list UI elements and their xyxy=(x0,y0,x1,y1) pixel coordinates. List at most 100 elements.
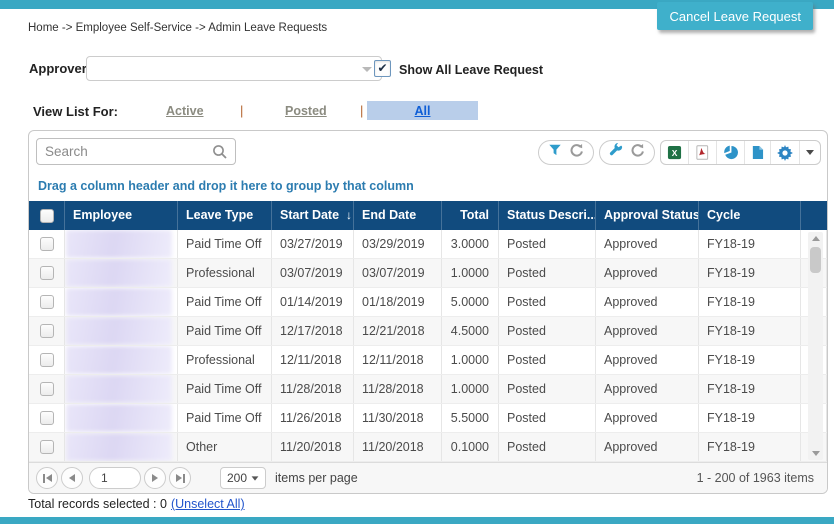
start-date-cell: 11/26/2018 xyxy=(272,404,354,432)
approval-status-cell: Approved xyxy=(596,433,699,461)
row-checkbox[interactable] xyxy=(40,353,54,367)
row-checkbox[interactable] xyxy=(40,237,54,251)
leave-requests-grid: X xyxy=(28,130,828,494)
row-checkbox[interactable] xyxy=(40,266,54,280)
search-input[interactable] xyxy=(45,142,205,161)
table-row: Paid Time Off 01/14/2019 01/18/2019 5.00… xyxy=(29,288,827,317)
start-date-cell: 11/20/2018 xyxy=(272,433,354,461)
status-description-cell: Posted xyxy=(499,375,596,403)
end-date-cell: 01/18/2019 xyxy=(354,288,442,316)
view-tab-separator: | xyxy=(240,103,243,118)
table-header-row: Employee Leave Type Start Date↓ End Date… xyxy=(29,201,827,230)
row-checkbox-cell xyxy=(29,259,65,287)
search-icon[interactable] xyxy=(212,144,228,165)
view-list-for-label: View List For: xyxy=(33,104,118,119)
page-size-value: 200 xyxy=(227,471,247,485)
total-cell: 5.5000 xyxy=(442,404,499,432)
triangle-right-icon xyxy=(152,474,158,482)
column-header-approval-status[interactable]: Approval Status xyxy=(596,201,699,230)
column-header-leave-type[interactable]: Leave Type xyxy=(178,201,272,230)
row-checkbox[interactable] xyxy=(40,295,54,309)
start-date-cell: 11/28/2018 xyxy=(272,375,354,403)
document-icon[interactable] xyxy=(744,141,770,164)
grid-options-caret[interactable] xyxy=(799,141,820,164)
leave-type-cell: Paid Time Off xyxy=(178,288,272,316)
cycle-cell: FY18-19 xyxy=(699,230,801,258)
leave-type-cell: Paid Time Off xyxy=(178,317,272,345)
filter-icon[interactable] xyxy=(548,143,562,162)
last-page-button[interactable] xyxy=(169,467,191,489)
refresh-icon[interactable] xyxy=(631,143,645,162)
view-tab-separator: | xyxy=(360,103,363,118)
column-header-total[interactable]: Total xyxy=(442,201,499,230)
refresh-icon[interactable] xyxy=(570,143,584,162)
column-header-filler xyxy=(801,201,827,230)
employee-cell xyxy=(65,288,178,316)
export-icon-strip: X xyxy=(660,140,821,165)
column-header-employee[interactable]: Employee xyxy=(65,201,178,230)
employee-cell xyxy=(65,346,178,374)
approval-status-cell: Approved xyxy=(596,346,699,374)
employee-redacted-name xyxy=(66,317,172,345)
view-tab-all-selected[interactable]: All xyxy=(367,101,478,120)
view-tab-active[interactable]: Active xyxy=(166,104,204,118)
pie-chart-icon[interactable] xyxy=(716,141,744,164)
column-header-end-date[interactable]: End Date xyxy=(354,201,442,230)
show-all-leave-request-checkbox[interactable]: ✔ xyxy=(374,60,391,77)
select-all-checkbox[interactable] xyxy=(40,209,54,223)
column-header-cycle[interactable]: Cycle xyxy=(699,201,801,230)
row-checkbox-cell xyxy=(29,346,65,374)
pager-range-label: 1 - 200 of 1963 items xyxy=(697,471,814,485)
employee-cell xyxy=(65,230,178,258)
cycle-cell: FY18-19 xyxy=(699,346,801,374)
employee-redacted-name xyxy=(66,288,172,316)
pager-bar: 200 items per page 1 - 200 of 1963 items xyxy=(29,462,827,493)
column-header-start-date[interactable]: Start Date↓ xyxy=(272,201,354,230)
view-tab-posted[interactable]: Posted xyxy=(285,104,327,118)
leave-type-cell: Other xyxy=(178,433,272,461)
row-checkbox-cell xyxy=(29,404,65,432)
next-page-button[interactable] xyxy=(144,467,166,489)
status-description-cell: Posted xyxy=(499,288,596,316)
page-number-input[interactable] xyxy=(89,467,141,489)
start-date-cell: 01/14/2019 xyxy=(272,288,354,316)
employee-cell xyxy=(65,259,178,287)
row-checkbox[interactable] xyxy=(40,440,54,454)
page-size-dropdown[interactable]: 200 xyxy=(220,467,266,489)
scroll-up-button[interactable] xyxy=(808,232,823,245)
gear-icon[interactable] xyxy=(770,141,799,164)
employee-cell xyxy=(65,404,178,432)
first-page-button[interactable] xyxy=(36,467,58,489)
settings-button-group xyxy=(599,140,655,165)
end-date-cell: 11/20/2018 xyxy=(354,433,442,461)
unselect-all-link[interactable]: (Unselect All) xyxy=(171,497,245,511)
table-row: Paid Time Off 11/28/2018 11/28/2018 1.00… xyxy=(29,375,827,404)
column-header-status-description[interactable]: Status Descri... xyxy=(499,201,596,230)
triangle-left-icon xyxy=(46,474,52,482)
row-checkbox[interactable] xyxy=(40,382,54,396)
filter-button-group xyxy=(538,140,594,165)
bar-icon xyxy=(183,474,185,483)
row-checkbox-cell xyxy=(29,288,65,316)
selection-status: Total records selected : 0(Unselect All) xyxy=(28,497,245,511)
cycle-cell: FY18-19 xyxy=(699,433,801,461)
row-checkbox[interactable] xyxy=(40,411,54,425)
pdf-export-icon[interactable] xyxy=(688,141,716,164)
scrollbar-thumb[interactable] xyxy=(810,247,821,273)
previous-page-button[interactable] xyxy=(61,467,83,489)
approval-status-cell: Approved xyxy=(596,317,699,345)
row-checkbox-cell xyxy=(29,317,65,345)
vertical-scrollbar[interactable] xyxy=(808,232,823,460)
row-checkbox[interactable] xyxy=(40,324,54,338)
wrench-icon[interactable] xyxy=(609,143,623,162)
view-tab-all-label: All xyxy=(415,104,431,118)
scroll-down-button[interactable] xyxy=(808,447,823,460)
cycle-cell: FY18-19 xyxy=(699,259,801,287)
status-description-cell: Posted xyxy=(499,317,596,345)
excel-export-icon[interactable]: X xyxy=(661,141,688,164)
approver-dropdown[interactable] xyxy=(86,56,382,81)
approval-status-cell: Approved xyxy=(596,288,699,316)
approval-status-cell: Approved xyxy=(596,259,699,287)
cancel-leave-request-button[interactable]: Cancel Leave Request xyxy=(657,2,813,30)
start-date-cell: 12/11/2018 xyxy=(272,346,354,374)
